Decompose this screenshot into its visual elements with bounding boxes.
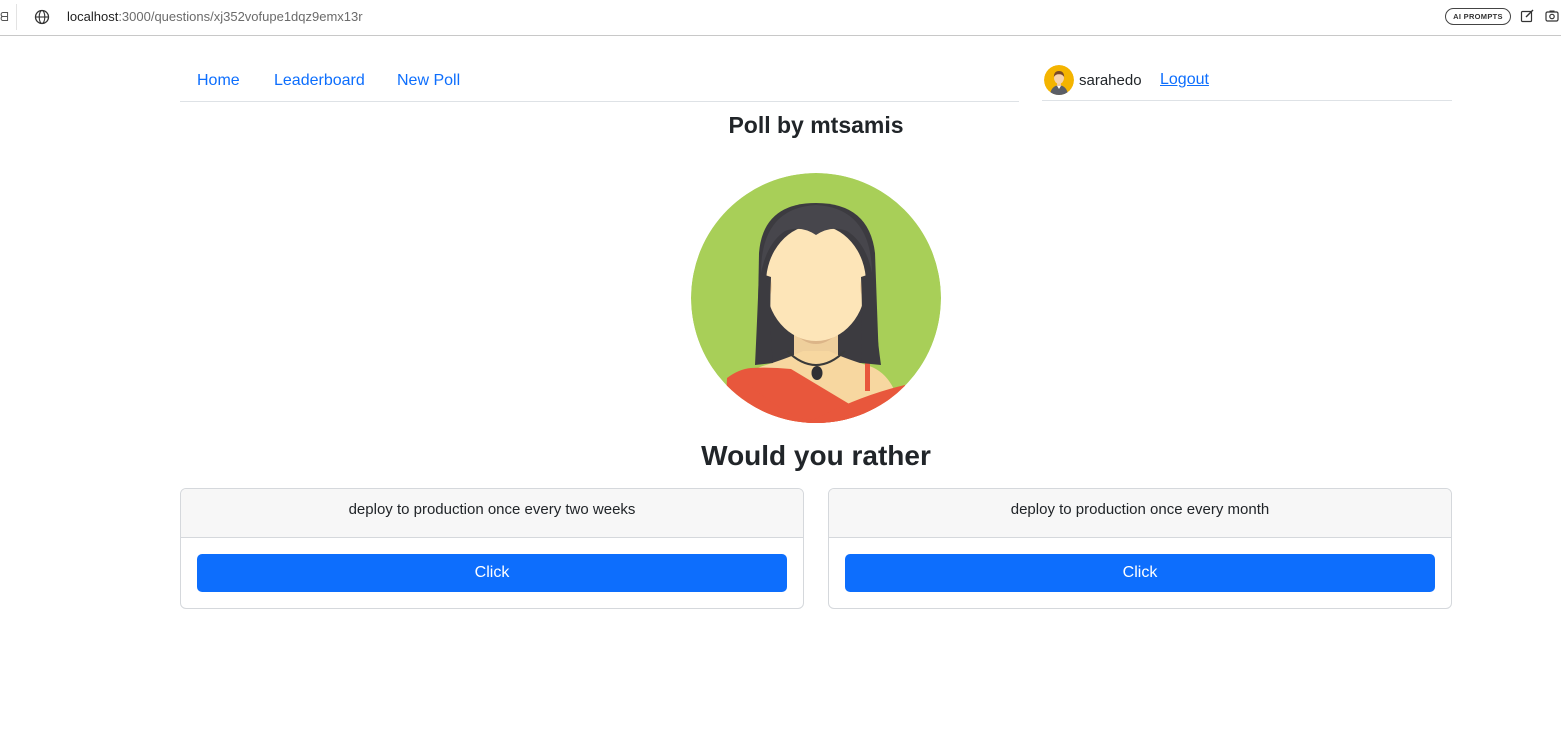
globe-icon[interactable] bbox=[34, 9, 50, 25]
vote-option-one-button[interactable]: Click bbox=[197, 554, 787, 592]
user-avatar bbox=[1044, 65, 1074, 95]
user-nav: sarahedo Logout bbox=[1042, 60, 1452, 101]
nav-link-leaderboard[interactable]: Leaderboard bbox=[274, 72, 365, 90]
vote-option-two-button[interactable]: Click bbox=[845, 554, 1435, 592]
author-avatar bbox=[691, 173, 941, 423]
main-nav: Home Leaderboard New Poll bbox=[180, 60, 1019, 102]
url-field[interactable]: localhost:3000/questions/xj352vofupe1dqz… bbox=[67, 9, 363, 24]
nav-link-new-poll[interactable]: New Poll bbox=[397, 72, 460, 90]
browser-address-bar: ᗺ localhost:3000/questions/xj352vofupe1d… bbox=[0, 0, 1561, 36]
option-one-text: deploy to production once every two week… bbox=[181, 489, 803, 538]
tab-edge-glyph: ᗺ bbox=[0, 10, 9, 24]
logout-link[interactable]: Logout bbox=[1160, 71, 1209, 89]
edit-icon[interactable] bbox=[1520, 9, 1534, 23]
ai-prompts-button[interactable]: AI PROMPTS bbox=[1445, 8, 1511, 25]
screenshot-icon[interactable] bbox=[1545, 9, 1559, 23]
poll-author-title: Poll by mtsamis bbox=[728, 112, 904, 138]
url-host: localhost bbox=[67, 9, 119, 24]
option-two-text: deploy to production once every month bbox=[829, 489, 1451, 538]
nav-link-home[interactable]: Home bbox=[197, 72, 240, 90]
username-label: sarahedo bbox=[1079, 72, 1142, 89]
toolbar-divider bbox=[16, 4, 17, 30]
url-path: :3000/questions/xj352vofupe1dqz9emx13r bbox=[118, 9, 363, 24]
option-card-two: deploy to production once every month Cl… bbox=[828, 488, 1452, 609]
option-card-one: deploy to production once every two week… bbox=[180, 488, 804, 609]
question-title: Would you rather bbox=[701, 440, 931, 471]
